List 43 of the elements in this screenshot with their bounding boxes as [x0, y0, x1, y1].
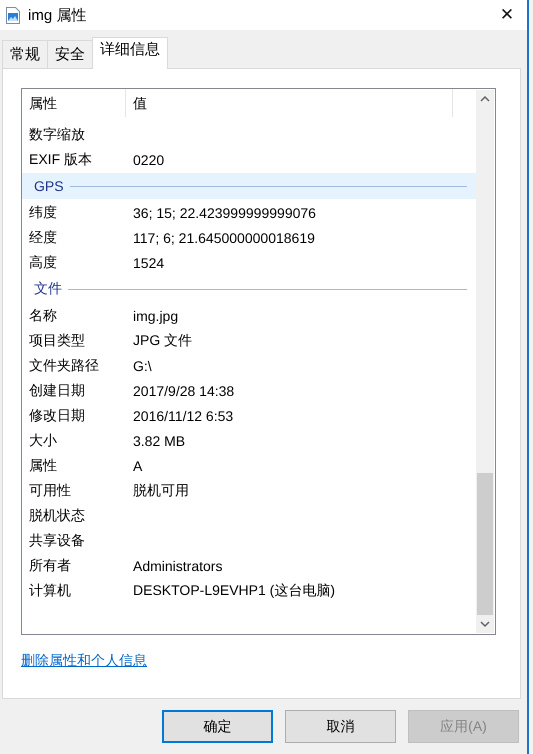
property-name: 属性 — [28, 456, 58, 474]
property-name: 纬度 — [28, 204, 58, 222]
tab[interactable]: 常规 — [2, 40, 48, 68]
property-value: Administrators — [132, 558, 222, 574]
property-name: 所有者 — [28, 556, 72, 574]
property-name: 修改日期 — [28, 406, 86, 424]
property-value: 脱机可用 — [132, 482, 189, 500]
property-name: 计算机 — [28, 582, 72, 600]
property-value: 2016/11/12 6:53 — [132, 408, 234, 424]
group-header[interactable]: GPS — [22, 173, 476, 199]
property-value: 36; 15; 22.423999999999076 — [132, 204, 316, 220]
property-name: 高度 — [28, 254, 58, 272]
property-name: 可用性 — [28, 482, 72, 500]
property-name: 经度 — [28, 228, 58, 246]
property-name: EXIF 版本 — [28, 150, 94, 168]
property-value: 117; 6; 21.645000000018619 — [132, 230, 315, 246]
tab[interactable]: 详细信息 — [92, 37, 168, 69]
property-name: 大小 — [28, 432, 58, 450]
scroll-thumb[interactable] — [477, 473, 493, 615]
property-name: 创建日期 — [28, 382, 86, 400]
remove-properties-link[interactable]: 删除属性和个人信息 — [21, 652, 147, 670]
property-name: 脱机状态 — [28, 506, 86, 524]
property-name: 文件夹路径 — [28, 356, 100, 374]
property-value: img.jpg — [132, 308, 178, 324]
property-value: DESKTOP-L9EVHP1 (这台电脑) — [132, 582, 336, 600]
property-value: 2017/9/28 14:38 — [132, 382, 234, 398]
group-header[interactable]: 文件 — [22, 276, 476, 302]
property-value: 0220 — [132, 152, 164, 168]
property-value: A — [132, 458, 142, 474]
property-value: JPG 文件 — [132, 332, 192, 350]
property-value: 3.82 MB — [132, 432, 186, 448]
property-name: 共享设备 — [28, 532, 86, 550]
scrollbar[interactable] — [476, 90, 494, 633]
property-name: 名称 — [28, 306, 58, 324]
dialog-button[interactable]: 确定 — [162, 710, 273, 743]
window-title: img 属性 — [28, 6, 88, 24]
property-name: 数字缩放 — [28, 126, 86, 144]
property-value: G:\ — [132, 358, 152, 374]
dialog-button[interactable]: 取消 — [285, 710, 396, 743]
property-value: 1524 — [132, 254, 164, 270]
property-name: 项目类型 — [28, 332, 86, 350]
close-button[interactable]: ✕ — [487, 0, 527, 30]
image-file-icon — [6, 6, 20, 24]
